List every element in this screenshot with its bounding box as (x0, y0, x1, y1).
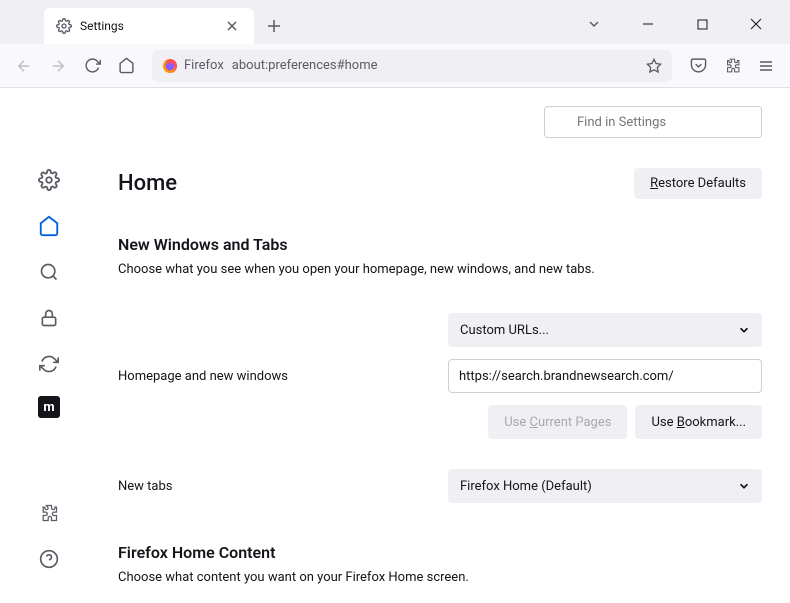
chevron-down-icon (738, 324, 750, 336)
gear-icon (56, 18, 72, 34)
homepage-mode-value: Custom URLs... (460, 323, 549, 338)
back-button[interactable] (8, 50, 40, 82)
home-button[interactable] (110, 50, 142, 82)
url-bar[interactable]: Firefox about:preferences#home (152, 50, 672, 82)
sidebar-sync-icon[interactable] (35, 350, 63, 378)
app-menu-button[interactable] (750, 50, 782, 82)
tab-close-button[interactable] (222, 16, 242, 36)
find-in-settings-input[interactable] (544, 106, 762, 138)
extensions-button[interactable] (716, 50, 748, 82)
window-minimize-button[interactable] (630, 10, 666, 38)
firefox-icon (162, 58, 178, 74)
sidebar-extensions-icon[interactable] (35, 499, 63, 527)
section-desc-homecontent: Choose what content you want on your Fir… (118, 570, 762, 585)
homepage-mode-select[interactable]: Custom URLs... (448, 313, 762, 347)
forward-button[interactable] (42, 50, 74, 82)
tab-title: Settings (80, 19, 214, 33)
section-title-homecontent: Firefox Home Content (118, 543, 762, 562)
bookmark-star-icon[interactable] (646, 58, 662, 74)
settings-main: Home Restore Defaults New Windows and Ta… (98, 88, 790, 603)
page-title: Home (118, 171, 177, 196)
sidebar-mozilla-icon[interactable]: m (38, 396, 60, 418)
newtabs-value: Firefox Home (Default) (460, 479, 592, 494)
homepage-url-input[interactable] (448, 359, 762, 393)
tab-bar: Settings (0, 0, 790, 44)
homepage-label: Homepage and new windows (118, 369, 448, 384)
reload-button[interactable] (76, 50, 108, 82)
sidebar-home-icon[interactable] (35, 212, 63, 240)
settings-sidebar: m (0, 88, 98, 603)
chevron-down-icon (738, 480, 750, 492)
use-bookmark-button[interactable]: Use Bookmark... (635, 405, 762, 439)
url-text: about:preferences#home (232, 58, 638, 73)
restore-defaults-button[interactable]: Restore Defaults (634, 168, 762, 199)
sidebar-privacy-icon[interactable] (35, 304, 63, 332)
section-title-newwindows: New Windows and Tabs (118, 235, 762, 254)
identity-box[interactable]: Firefox (162, 58, 224, 74)
window-close-button[interactable] (738, 10, 774, 38)
new-tab-button[interactable] (258, 10, 290, 42)
pocket-button[interactable] (682, 50, 714, 82)
sidebar-general-icon[interactable] (35, 166, 63, 194)
navigation-toolbar: Firefox about:preferences#home (0, 44, 790, 88)
section-desc-newwindows: Choose what you see when you open your h… (118, 262, 762, 277)
use-current-pages-button[interactable]: Use Current Pages (488, 405, 627, 439)
sidebar-help-icon[interactable] (35, 545, 63, 573)
identity-label: Firefox (184, 58, 224, 73)
newtabs-label: New tabs (118, 479, 448, 494)
tabs-dropdown-button[interactable] (576, 10, 612, 38)
newtabs-select[interactable]: Firefox Home (Default) (448, 469, 762, 503)
sidebar-search-icon[interactable] (35, 258, 63, 286)
window-maximize-button[interactable] (684, 10, 720, 38)
browser-tab[interactable]: Settings (44, 8, 254, 44)
